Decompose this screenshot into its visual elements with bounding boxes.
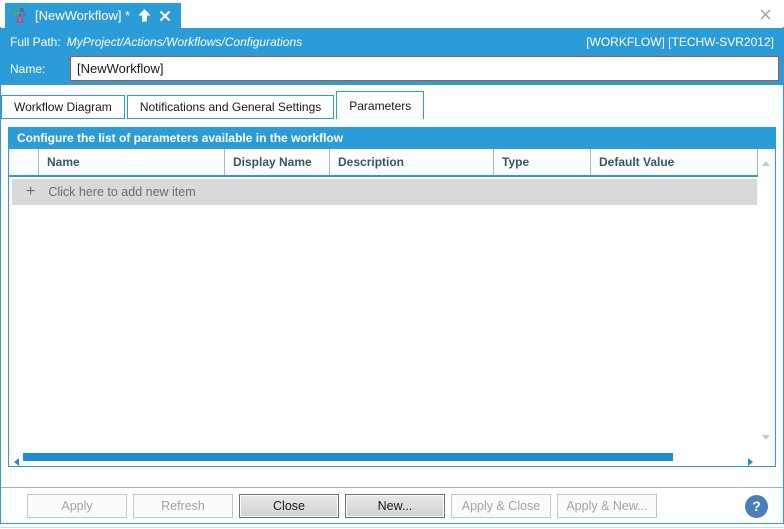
tab-strip: Workflow Diagram Notifications and Gener… bbox=[1, 91, 424, 119]
header-block: Full Path: MyProject/Actions/Workflows/C… bbox=[0, 28, 784, 85]
new-button[interactable]: New... bbox=[345, 494, 445, 518]
horizontal-scrollbar-thumb[interactable] bbox=[23, 453, 673, 461]
vertical-scrollbar[interactable] bbox=[758, 149, 774, 449]
parameters-grid-header: Name Display Name Description Type Defau… bbox=[9, 149, 758, 177]
name-row: Name: bbox=[0, 55, 784, 85]
tab-notifications-general-settings[interactable]: Notifications and General Settings bbox=[127, 95, 334, 119]
help-icon[interactable]: ? bbox=[745, 495, 768, 518]
parameters-panel-header: Configure the list of parameters availab… bbox=[9, 128, 775, 149]
add-new-item-row[interactable]: + Click here to add new item bbox=[12, 179, 757, 205]
name-label: Name: bbox=[10, 55, 45, 83]
apply-and-close-button[interactable]: Apply & Close bbox=[451, 494, 551, 518]
tab-workflow-diagram[interactable]: Workflow Diagram bbox=[1, 95, 125, 119]
scroll-down-icon[interactable] bbox=[762, 427, 770, 445]
close-document-icon[interactable] bbox=[159, 10, 171, 22]
scroll-right-icon[interactable] bbox=[748, 453, 753, 471]
document-tab[interactable]: [NewWorkflow] * bbox=[5, 3, 181, 28]
full-path-bar: Full Path: MyProject/Actions/Workflows/C… bbox=[0, 28, 784, 55]
full-path-value: MyProject/Actions/Workflows/Configuratio… bbox=[67, 35, 302, 49]
apply-button[interactable]: Apply bbox=[27, 494, 127, 518]
refresh-button[interactable]: Refresh bbox=[133, 494, 233, 518]
row-selector-column-header bbox=[9, 149, 39, 175]
window-close-icon[interactable] bbox=[759, 8, 772, 21]
close-button[interactable]: Close bbox=[239, 494, 339, 518]
scroll-up-icon[interactable] bbox=[762, 153, 770, 171]
column-header-description[interactable]: Description bbox=[330, 149, 494, 175]
column-header-display-name[interactable]: Display Name bbox=[225, 149, 330, 175]
full-path-label: Full Path: bbox=[10, 35, 61, 49]
name-input[interactable] bbox=[70, 56, 779, 81]
plus-icon: + bbox=[26, 179, 35, 205]
add-new-item-label: Click here to add new item bbox=[48, 185, 195, 199]
column-header-default-value[interactable]: Default Value bbox=[591, 149, 758, 175]
tab-parameters[interactable]: Parameters bbox=[336, 91, 424, 119]
column-header-name[interactable]: Name bbox=[39, 149, 225, 175]
column-header-type[interactable]: Type bbox=[494, 149, 591, 175]
parameters-panel: Configure the list of parameters availab… bbox=[8, 127, 776, 467]
horizontal-scrollbar[interactable] bbox=[10, 450, 757, 465]
window-bottom-accent bbox=[0, 527, 784, 528]
workflow-editor-window: [NewWorkflow] * Full Path: MyProject/Act… bbox=[0, 0, 784, 529]
workflow-icon bbox=[12, 8, 28, 24]
button-bar: Apply Refresh Close New... Apply & Close… bbox=[0, 488, 784, 523]
document-title: [NewWorkflow] * bbox=[35, 8, 130, 23]
context-badge: [WORKFLOW] [TECHW-SVR2012] bbox=[586, 35, 774, 49]
document-tab-strip: [NewWorkflow] * bbox=[0, 0, 784, 28]
scroll-left-icon[interactable] bbox=[14, 453, 19, 471]
apply-and-new-button[interactable]: Apply & New... bbox=[557, 494, 657, 518]
float-window-icon[interactable] bbox=[137, 8, 152, 23]
